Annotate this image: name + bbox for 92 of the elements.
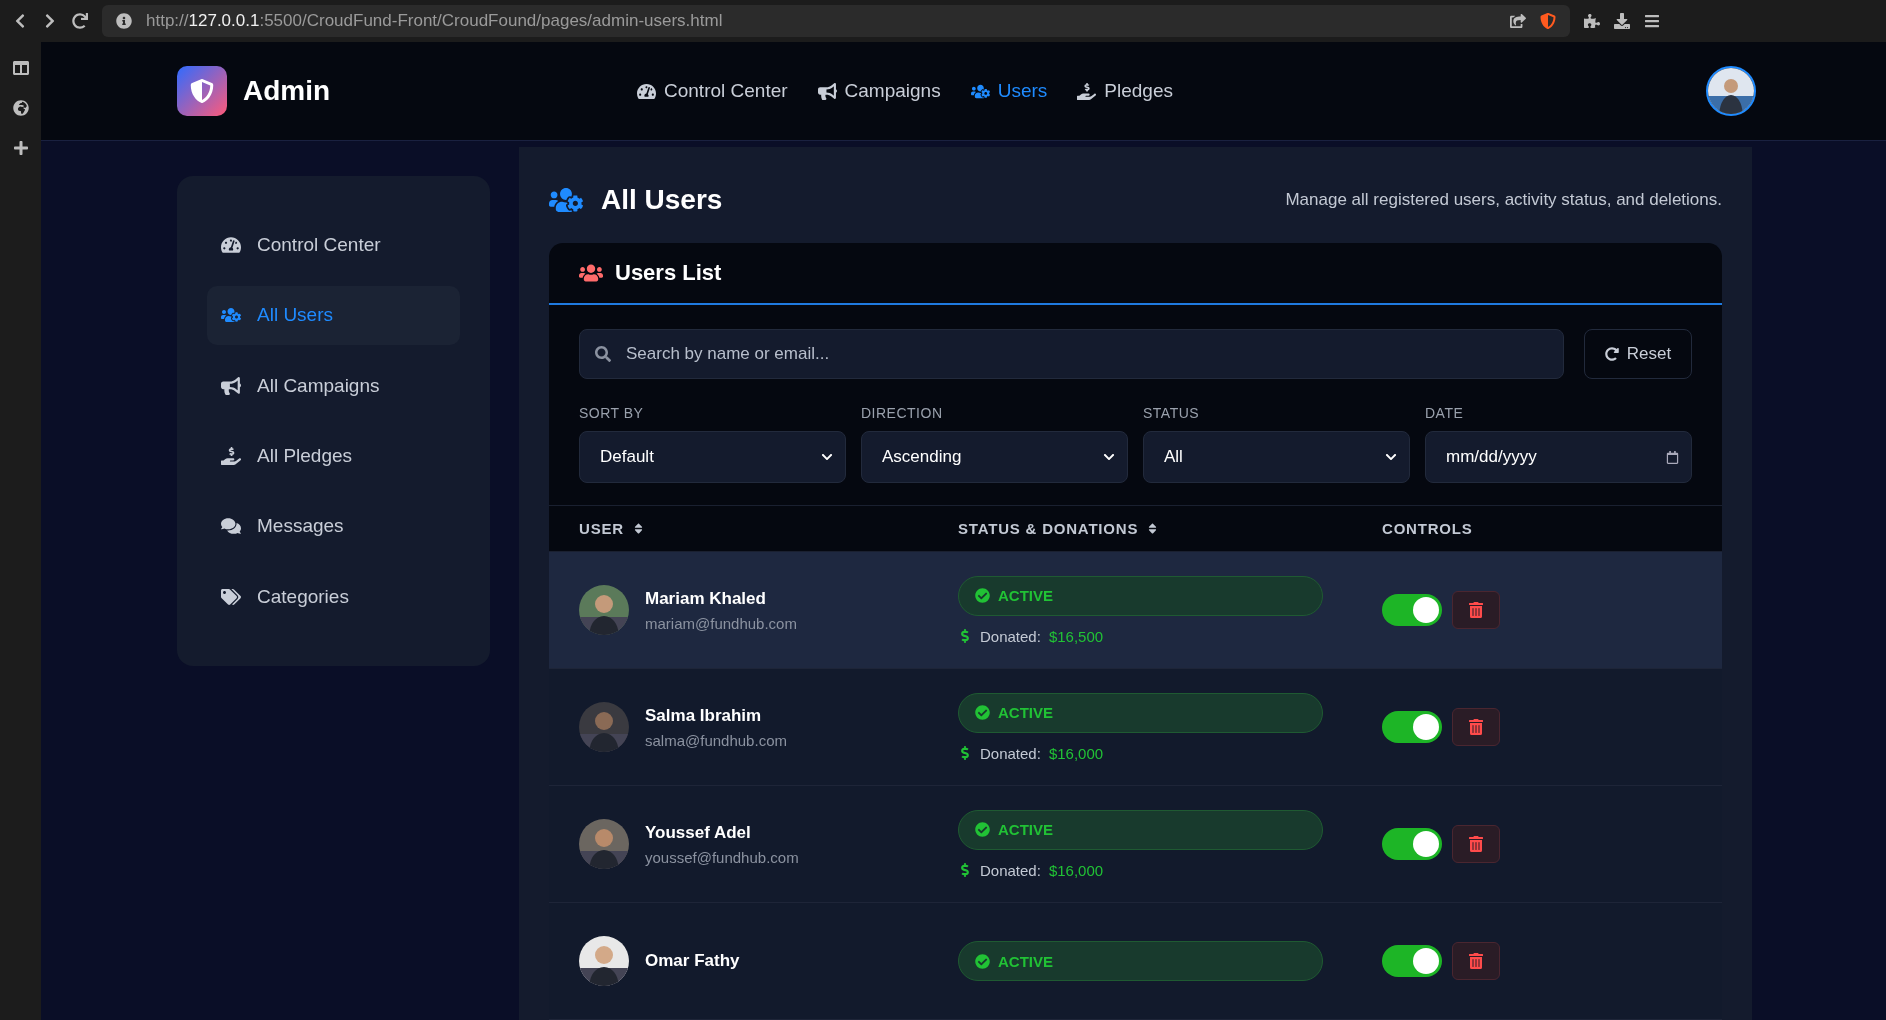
status-badge: ACTIVE [958, 692, 1323, 733]
page-subtitle: Manage all registered users, activity status, and deletions. [1285, 190, 1722, 210]
megaphone-icon [817, 81, 837, 101]
search-field[interactable]: Search by name or email... [579, 329, 1564, 380]
user-row[interactable]: Salma Ibrahim salma@fundhub.com ACTIVE Donated: $16,000 [549, 669, 1722, 786]
address-bar[interactable]: http://127.0.0.1:5500/CroudFund-Front/CroudFound/pages/admin-users.html [102, 5, 1570, 37]
check-icon [975, 822, 990, 837]
user-name: Omar Fathy [645, 951, 740, 971]
filter-label: STATUS [1143, 405, 1201, 422]
puzzle-icon[interactable] [1584, 13, 1600, 29]
tags-icon [221, 586, 241, 607]
calendar-icon [1666, 450, 1679, 464]
sidebar-item[interactable]: Messages [207, 497, 460, 556]
reset-button[interactable]: Reset [1584, 329, 1692, 380]
user-name: Youssef Adel [645, 822, 752, 843]
sidebar-item[interactable]: All Users [207, 286, 460, 345]
donation-label: Donated: [980, 744, 1041, 762]
donation-label: Donated: [980, 861, 1041, 879]
page-title: All Users [601, 184, 723, 216]
check-icon [975, 953, 990, 969]
status-badge: ACTIVE [958, 941, 1323, 981]
select-field[interactable]: All [1143, 431, 1410, 484]
user-name: Salma Ibrahim [645, 705, 763, 726]
hand-dollar-icon [1077, 81, 1097, 101]
dollar-icon [958, 746, 972, 760]
search-icon [595, 346, 611, 363]
select-field[interactable]: Ascending [861, 431, 1128, 484]
hand-dollar-icon [221, 446, 241, 467]
trash-icon [1468, 953, 1484, 969]
column-header: CONTROLS [1382, 520, 1474, 538]
gauge-icon [221, 235, 241, 256]
dollar-icon [958, 863, 972, 877]
user-email: youssef@fundhub.com [645, 848, 799, 866]
gauge-icon [637, 81, 656, 101]
check-icon [975, 588, 990, 603]
globe-icon[interactable] [12, 100, 29, 116]
nav-link[interactable]: Control Center [637, 80, 788, 102]
user-email: mariam@fundhub.com [645, 614, 797, 632]
trash-icon [1468, 602, 1484, 618]
card-title: Users List [615, 260, 722, 287]
download-icon[interactable] [1614, 13, 1630, 29]
donation-amount: $16,500 [1048, 627, 1104, 645]
reset-icon [1604, 347, 1619, 362]
column-header[interactable]: STATUS & DONATIONS [958, 520, 1382, 538]
share-icon[interactable] [1510, 13, 1526, 29]
user-row[interactable]: Youssef Adel youssef@fundhub.com ACTIVE Donated: $16,000 [549, 786, 1722, 903]
megaphone-icon [221, 375, 241, 396]
delete-button[interactable] [1452, 942, 1500, 980]
donation-label: Donated: [980, 627, 1041, 645]
reload-icon[interactable] [72, 13, 88, 29]
shield-logo-icon [177, 66, 227, 116]
menu-icon[interactable] [1644, 13, 1660, 29]
active-toggle[interactable] [1382, 828, 1442, 860]
filter-label: DIRECTION [861, 405, 944, 422]
sidebar-item[interactable]: Control Center [207, 216, 460, 275]
delete-button[interactable] [1452, 708, 1500, 746]
donation-amount: $16,000 [1048, 744, 1104, 762]
url-text: http://127.0.0.1:5500/CroudFund-Front/CroudFound/pages/admin-users.html [146, 11, 723, 31]
select-field[interactable]: Default [579, 431, 846, 484]
trash-icon [1468, 836, 1484, 852]
filter-label: SORT BY [579, 405, 645, 422]
user-row[interactable]: Mariam Khaled mariam@fundhub.com ACTIVE Donated: $16,500 [549, 552, 1722, 669]
nav-link[interactable]: Users [970, 80, 1048, 102]
nav-link[interactable]: Campaigns [817, 80, 941, 102]
status-badge: ACTIVE [958, 575, 1323, 616]
active-toggle[interactable] [1382, 945, 1442, 977]
dollar-icon [958, 629, 972, 643]
active-toggle[interactable] [1382, 711, 1442, 743]
column-header[interactable]: USER [579, 520, 958, 538]
user-name: Mariam Khaled [645, 588, 767, 609]
user-row[interactable]: Omar Fathy ACTIVE [549, 903, 1722, 1020]
brand-name: Admin [243, 75, 331, 107]
delete-button[interactable] [1452, 591, 1500, 629]
info-icon[interactable] [116, 13, 132, 29]
trash-icon [1468, 719, 1484, 735]
sidebar-item[interactable]: Categories [207, 567, 460, 626]
date-field[interactable]: mm/dd/yyyy [1425, 431, 1692, 484]
sidebar-toggle-icon[interactable] [12, 60, 29, 76]
filter-label: DATE [1425, 405, 1465, 422]
check-icon [975, 705, 990, 720]
shield-icon[interactable] [1540, 13, 1556, 29]
add-icon[interactable] [12, 140, 29, 156]
sidebar-item[interactable]: All Campaigns [207, 356, 460, 415]
active-toggle[interactable] [1382, 594, 1442, 626]
profile-avatar[interactable] [1706, 66, 1756, 116]
delete-button[interactable] [1452, 825, 1500, 863]
user-email: salma@fundhub.com [645, 731, 787, 749]
donation-amount: $16,000 [1048, 861, 1104, 879]
status-badge: ACTIVE [958, 809, 1323, 850]
nav-link[interactable]: Pledges [1077, 80, 1173, 102]
chat-bubbles-icon [221, 516, 241, 537]
sidebar-item[interactable]: All Pledges [207, 427, 460, 486]
